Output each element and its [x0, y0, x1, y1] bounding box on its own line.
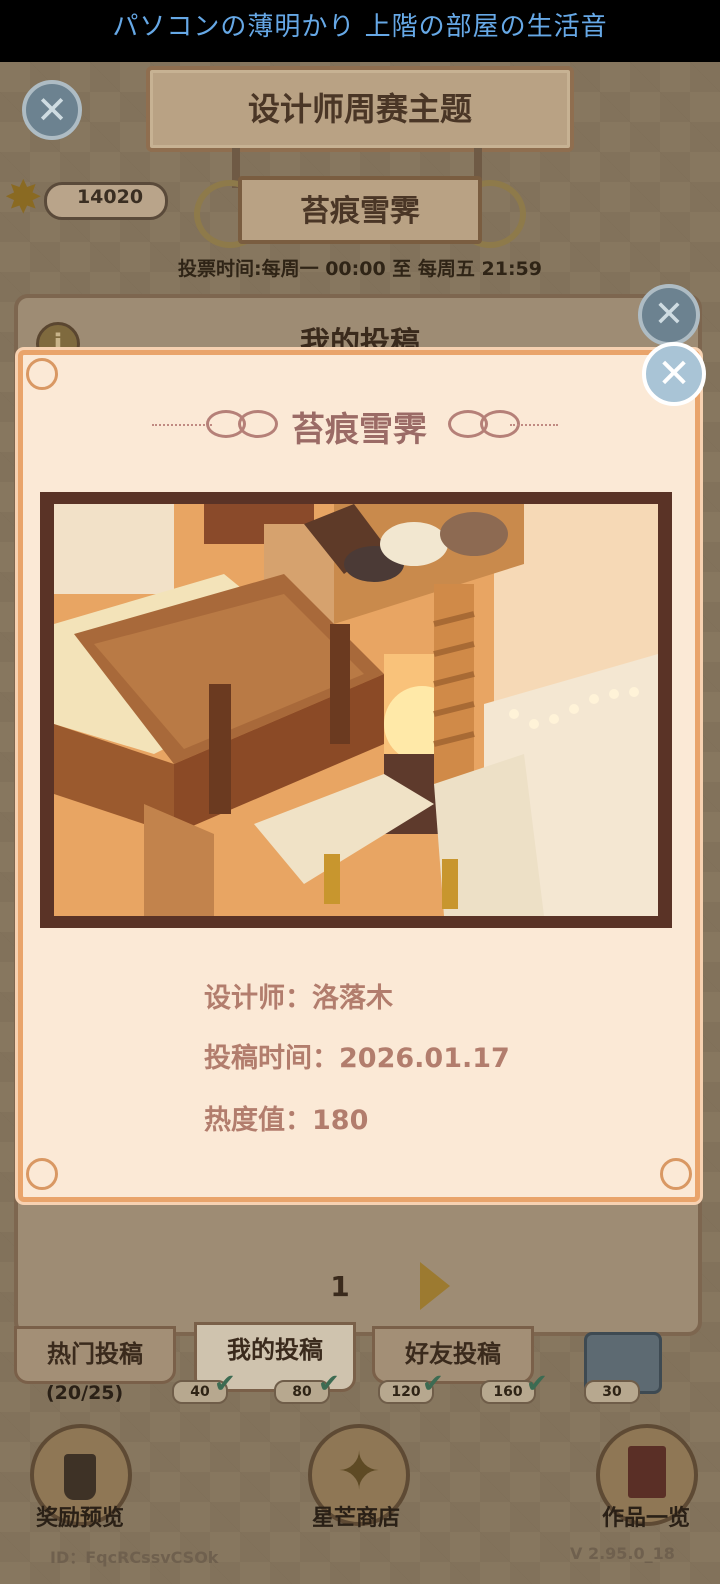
check-icon: ✔ [318, 1369, 340, 1399]
star-shop-label: 星芒商店 [311, 1506, 400, 1531]
close-icon: ✕ [657, 351, 691, 397]
corner-ornament [26, 1158, 58, 1190]
works-list-label: 作品一览 [601, 1506, 690, 1531]
page-number: 1 [330, 1270, 350, 1303]
book-icon [628, 1446, 666, 1498]
star-currency-value: 14020 [76, 186, 144, 208]
tab-hot-submissions[interactable]: 热门投稿 [14, 1326, 176, 1384]
reward-preview-label: 奖励预览 [35, 1506, 124, 1531]
room-illustration [54, 504, 658, 916]
trophy-icon [64, 1454, 96, 1500]
page-close-button[interactable]: ✕ [22, 80, 82, 140]
heat-value-field: 热度值：180 [204, 1105, 369, 1136]
progress-count: (20/25) [46, 1382, 124, 1404]
corner-ornament [26, 358, 58, 390]
tab-friend-submissions[interactable]: 好友投稿 [372, 1326, 534, 1384]
close-icon: ✕ [653, 294, 685, 335]
submit-time-field: 投稿时间：2026.01.17 [204, 1043, 510, 1074]
theme-name: 苔痕雪霁 [300, 194, 420, 229]
media-banner-text: パソコンの薄明かり 上階の部屋の生活音 [112, 12, 608, 42]
check-icon: ✔ [526, 1369, 548, 1399]
title-curl-left [238, 410, 278, 438]
vote-time: 投票时间:每周一 00:00 至 每周五 21:59 [177, 258, 543, 280]
title-ornament-left [152, 424, 212, 426]
check-icon: ✔ [214, 1369, 236, 1399]
star-icon: ✸ [4, 170, 43, 224]
theme-title: 设计师周赛主题 [247, 90, 472, 128]
close-icon: ✕ [36, 88, 68, 132]
version: V 2.95.0_18 [570, 1544, 675, 1563]
panel-close-button[interactable]: ✕ [638, 284, 700, 346]
title-ornament-right [510, 424, 558, 426]
user-id: ID：FqcRCssvCSOk [50, 1548, 219, 1567]
modal-close-button[interactable]: ✕ [642, 342, 706, 406]
modal-title: 苔痕雪霁 [291, 410, 427, 450]
design-image[interactable] [54, 504, 658, 916]
compass-star-icon: ✦ [337, 1442, 381, 1502]
designer-field: 设计师：洛落木 [204, 983, 393, 1014]
corner-ornament [660, 1158, 692, 1190]
check-icon: ✔ [422, 1369, 444, 1399]
milestone-badge: 30 [584, 1380, 640, 1404]
next-page-icon[interactable] [420, 1262, 450, 1310]
